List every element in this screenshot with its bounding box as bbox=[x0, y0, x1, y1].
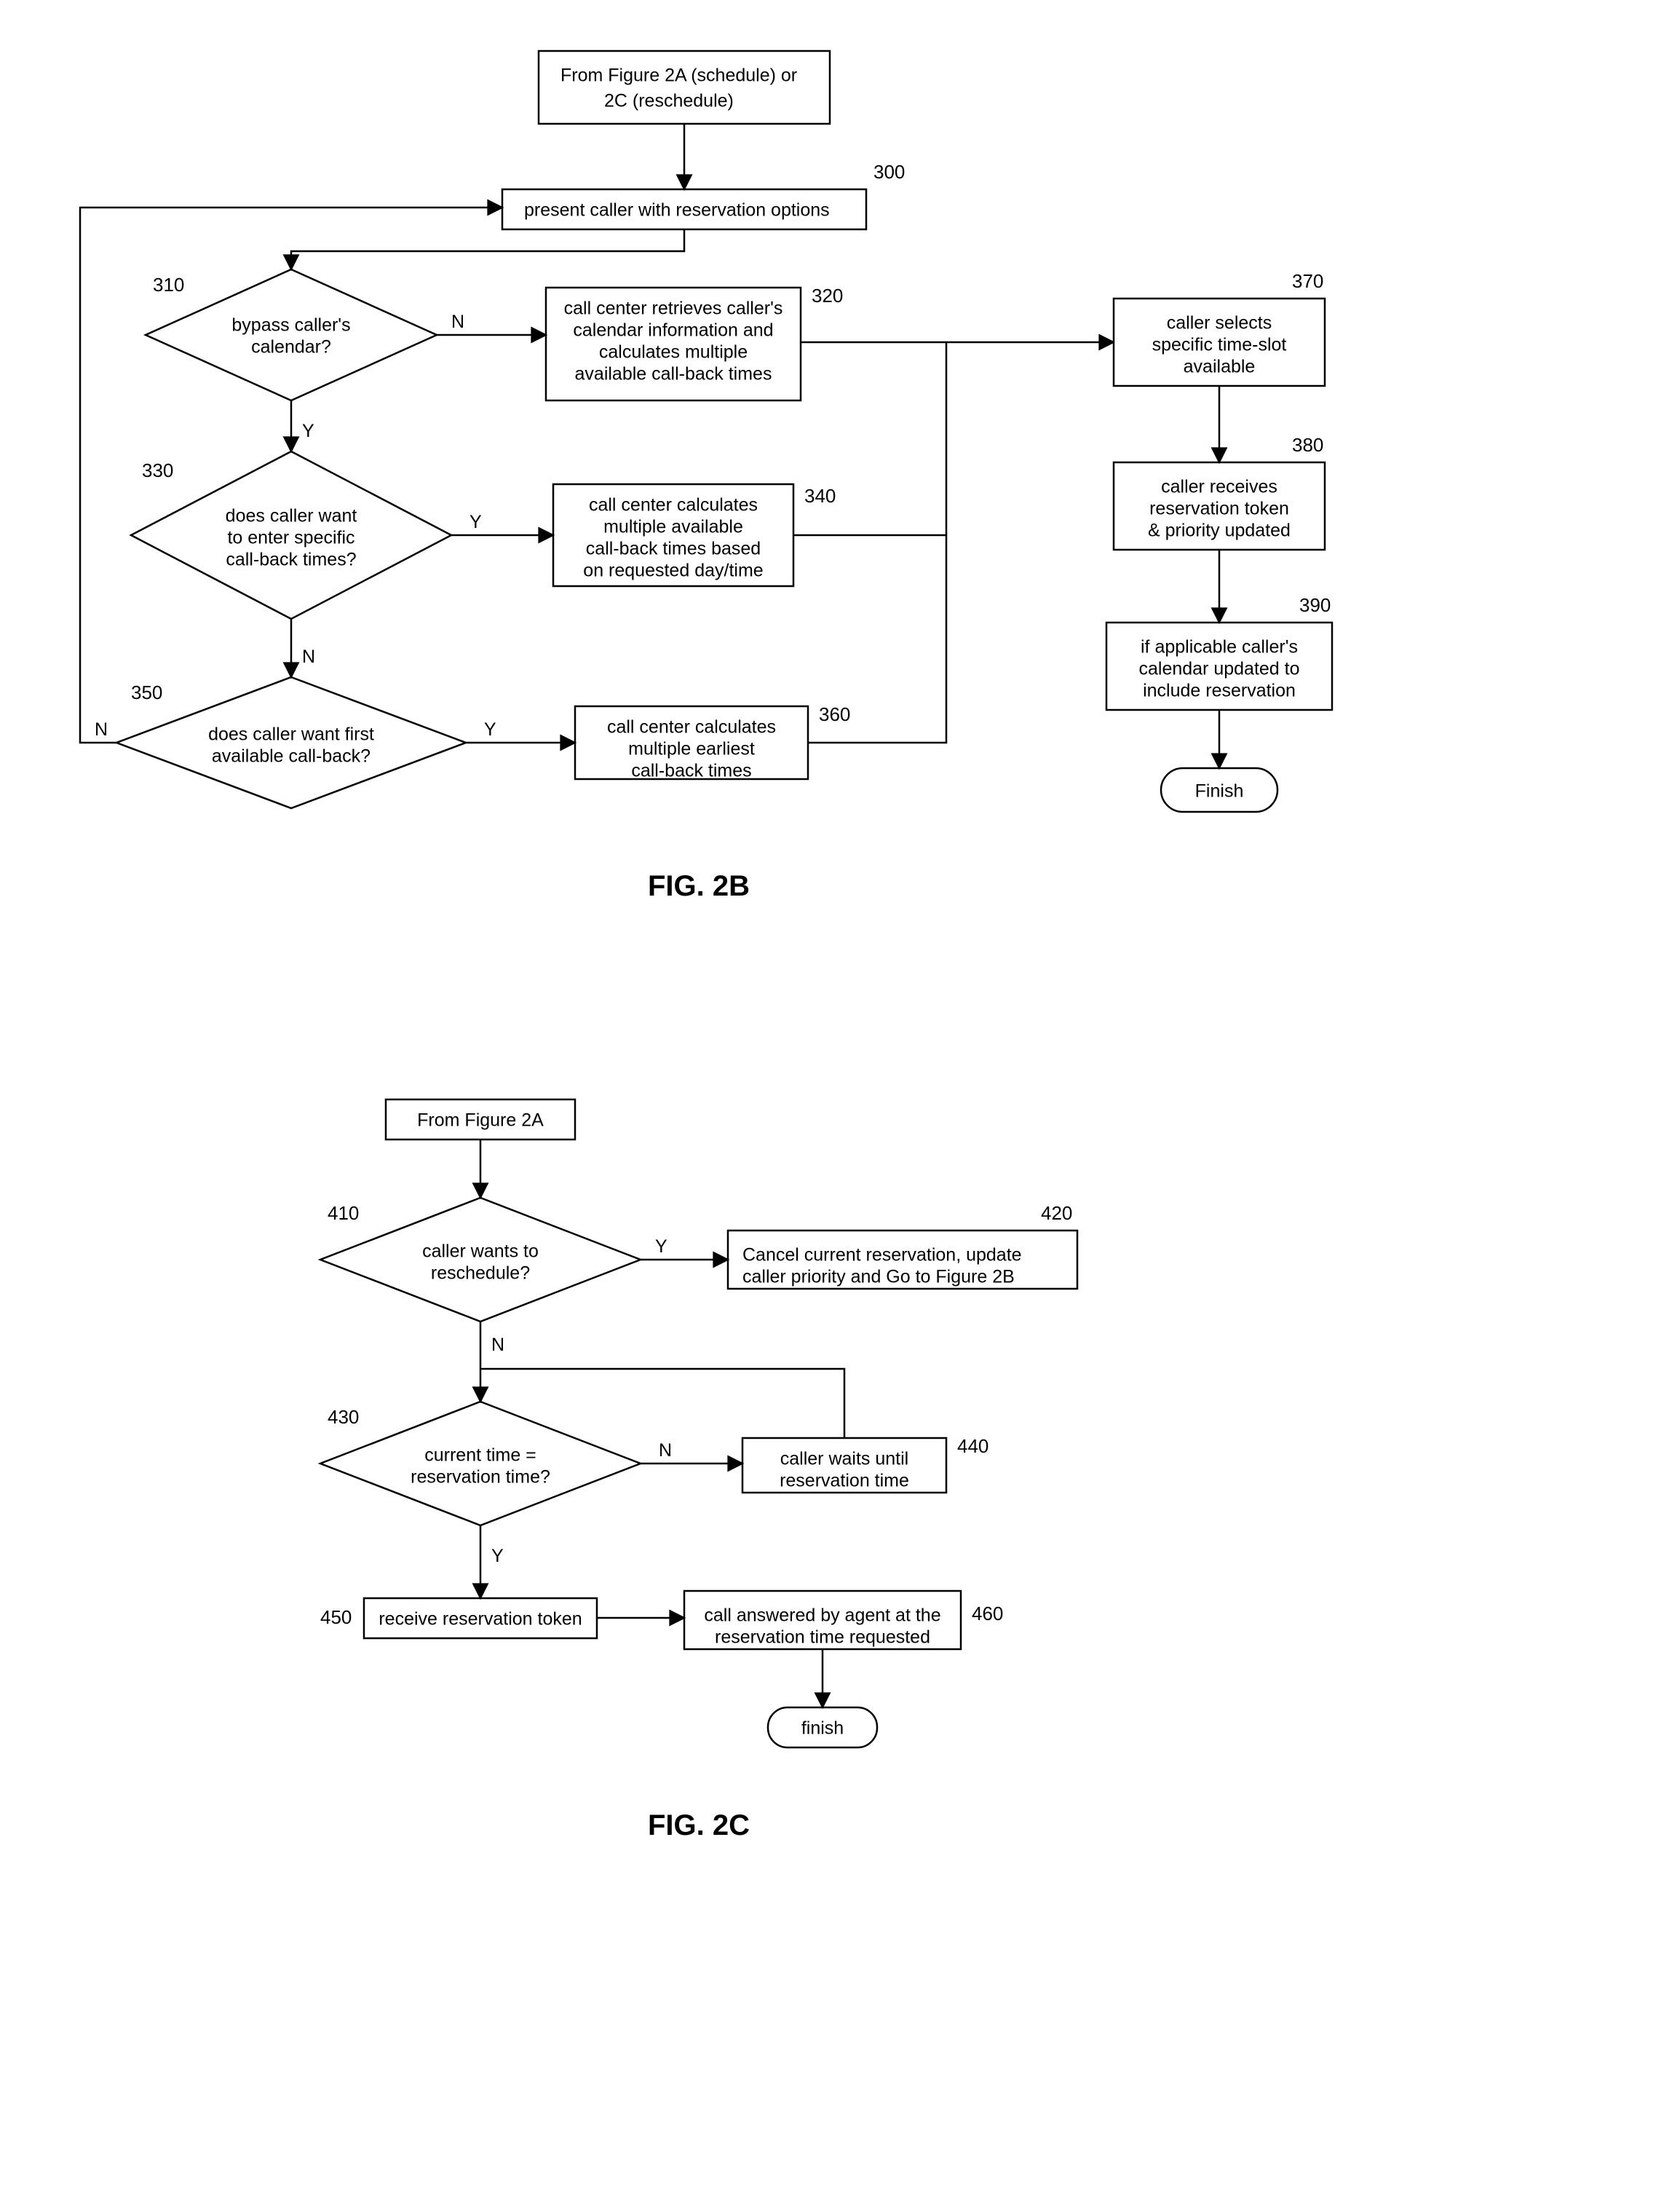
edge-410-Y: Y bbox=[655, 1236, 667, 1257]
svg-text:reschedule?: reschedule? bbox=[431, 1263, 530, 1284]
svg-text:include reservation: include reservation bbox=[1143, 681, 1296, 701]
svg-text:finish: finish bbox=[801, 1718, 844, 1739]
edge-310-N: N bbox=[451, 312, 464, 332]
fig-2c: From Figure 2A caller wants to reschedul… bbox=[320, 1099, 1077, 1841]
node-370: caller selects specific time-slot availa… bbox=[1114, 270, 1325, 386]
edge-350-Y: Y bbox=[484, 719, 496, 740]
ref-300: 300 bbox=[873, 161, 905, 183]
node-320: call center retrieves caller's calendar … bbox=[546, 285, 843, 400]
svg-text:caller receives: caller receives bbox=[1161, 477, 1277, 497]
svg-text:current time =: current time = bbox=[424, 1445, 536, 1466]
node-440: caller waits until reservation time 440 bbox=[742, 1435, 988, 1493]
svg-text:calendar updated to: calendar updated to bbox=[1138, 659, 1299, 679]
svg-text:multiple earliest: multiple earliest bbox=[628, 739, 755, 759]
svg-text:reservation time?: reservation time? bbox=[411, 1467, 550, 1488]
edge-410-N: N bbox=[491, 1335, 504, 1355]
svg-text:calendar?: calendar? bbox=[251, 337, 331, 358]
svg-text:reservation time requested: reservation time requested bbox=[715, 1627, 930, 1648]
ref-310: 310 bbox=[153, 274, 184, 296]
node-start-2b: From Figure 2A (schedule) or 2C (resched… bbox=[539, 51, 830, 124]
node-finish-2c: finish bbox=[768, 1707, 877, 1747]
svg-text:calendar information and: calendar information and bbox=[573, 320, 773, 341]
edge-330-N: N bbox=[302, 647, 315, 667]
node-finish-2b: Finish bbox=[1161, 768, 1277, 812]
edge-330-Y: Y bbox=[469, 512, 482, 532]
node-460: call answered by agent at the reservatio… bbox=[684, 1591, 1003, 1649]
svg-text:call center calculates: call center calculates bbox=[589, 495, 758, 516]
ref-330: 330 bbox=[142, 459, 173, 481]
edge-430-Y: Y bbox=[491, 1546, 504, 1566]
edge-430-N: N bbox=[659, 1440, 672, 1461]
svg-text:call-back times: call-back times bbox=[631, 761, 751, 781]
svg-text:on requested day/time: on requested day/time bbox=[583, 561, 763, 581]
ref-390: 390 bbox=[1299, 594, 1331, 616]
ref-430: 430 bbox=[328, 1406, 359, 1428]
svg-text:available: available bbox=[1184, 357, 1256, 377]
edge-350-N: N bbox=[95, 719, 108, 740]
node-450: receive reservation token 450 bbox=[320, 1598, 597, 1638]
node-300: present caller with reservation options … bbox=[502, 161, 905, 229]
svg-text:calculates multiple: calculates multiple bbox=[599, 342, 748, 363]
ref-340: 340 bbox=[804, 485, 836, 507]
ref-440: 440 bbox=[957, 1435, 988, 1457]
flowchart-diagram: From Figure 2A (schedule) or 2C (resched… bbox=[0, 0, 1680, 2212]
svg-text:From Figure 2A: From Figure 2A bbox=[417, 1110, 544, 1131]
node-430: current time = reservation time? 430 bbox=[320, 1402, 641, 1525]
svg-text:available call-back?: available call-back? bbox=[212, 746, 371, 767]
svg-text:reservation time: reservation time bbox=[780, 1471, 909, 1491]
svg-text:caller waits until: caller waits until bbox=[780, 1449, 908, 1469]
svg-text:receive reservation token: receive reservation token bbox=[379, 1609, 582, 1630]
node-300-text: present caller with reservation options bbox=[524, 200, 830, 221]
svg-text:call center calculates: call center calculates bbox=[607, 717, 776, 738]
svg-text:call-back times?: call-back times? bbox=[226, 550, 356, 570]
svg-text:available call-back times: available call-back times bbox=[575, 364, 772, 384]
svg-text:caller priority and Go to Figu: caller priority and Go to Figure 2B bbox=[742, 1267, 1015, 1287]
svg-text:Cancel current reservation, up: Cancel current reservation, update bbox=[742, 1245, 1022, 1265]
svg-text:does caller want: does caller want bbox=[226, 506, 357, 526]
ref-320: 320 bbox=[812, 285, 843, 307]
svg-text:2C (reschedule): 2C (reschedule) bbox=[604, 91, 734, 111]
node-410: caller wants to reschedule? 410 bbox=[320, 1198, 641, 1322]
svg-text:& priority updated: & priority updated bbox=[1148, 521, 1291, 541]
svg-text:caller selects: caller selects bbox=[1167, 313, 1272, 333]
svg-text:specific time-slot: specific time-slot bbox=[1152, 335, 1287, 355]
svg-text:From Figure 2A (schedule) or: From Figure 2A (schedule) or bbox=[560, 66, 797, 86]
node-330: does caller want to enter specific call-… bbox=[131, 451, 451, 619]
ref-410: 410 bbox=[328, 1202, 359, 1224]
ref-450: 450 bbox=[320, 1606, 352, 1628]
svg-text:to enter specific: to enter specific bbox=[227, 528, 354, 548]
node-start-2c: From Figure 2A bbox=[386, 1099, 575, 1139]
ref-380: 380 bbox=[1292, 434, 1323, 456]
svg-text:bypass caller's: bypass caller's bbox=[231, 315, 350, 336]
ref-370: 370 bbox=[1292, 270, 1323, 292]
fig-2c-title: FIG. 2C bbox=[648, 1809, 750, 1841]
svg-text:multiple available: multiple available bbox=[603, 517, 743, 537]
svg-text:does caller want first: does caller want first bbox=[208, 724, 374, 745]
ref-420: 420 bbox=[1041, 1202, 1072, 1224]
svg-text:call center retrieves caller's: call center retrieves caller's bbox=[564, 299, 783, 319]
svg-text:if applicable caller's: if applicable caller's bbox=[1141, 637, 1298, 657]
ref-360: 360 bbox=[819, 703, 850, 725]
node-350: does caller want first available call-ba… bbox=[116, 677, 466, 808]
fig-2b: From Figure 2A (schedule) or 2C (resched… bbox=[80, 51, 1332, 902]
svg-text:caller wants to: caller wants to bbox=[422, 1241, 539, 1262]
node-310: bypass caller's calendar? 310 bbox=[146, 269, 437, 400]
edge-310-Y: Y bbox=[302, 421, 314, 441]
svg-text:call-back times based: call-back times based bbox=[586, 539, 761, 559]
svg-text:Finish: Finish bbox=[1195, 781, 1244, 802]
fig-2b-title: FIG. 2B bbox=[648, 870, 750, 902]
ref-460: 460 bbox=[972, 1603, 1003, 1624]
svg-text:reservation token: reservation token bbox=[1149, 499, 1289, 519]
node-420: Cancel current reservation, update calle… bbox=[728, 1202, 1077, 1289]
ref-350: 350 bbox=[131, 682, 162, 703]
svg-text:call answered by agent at the: call answered by agent at the bbox=[704, 1605, 940, 1626]
